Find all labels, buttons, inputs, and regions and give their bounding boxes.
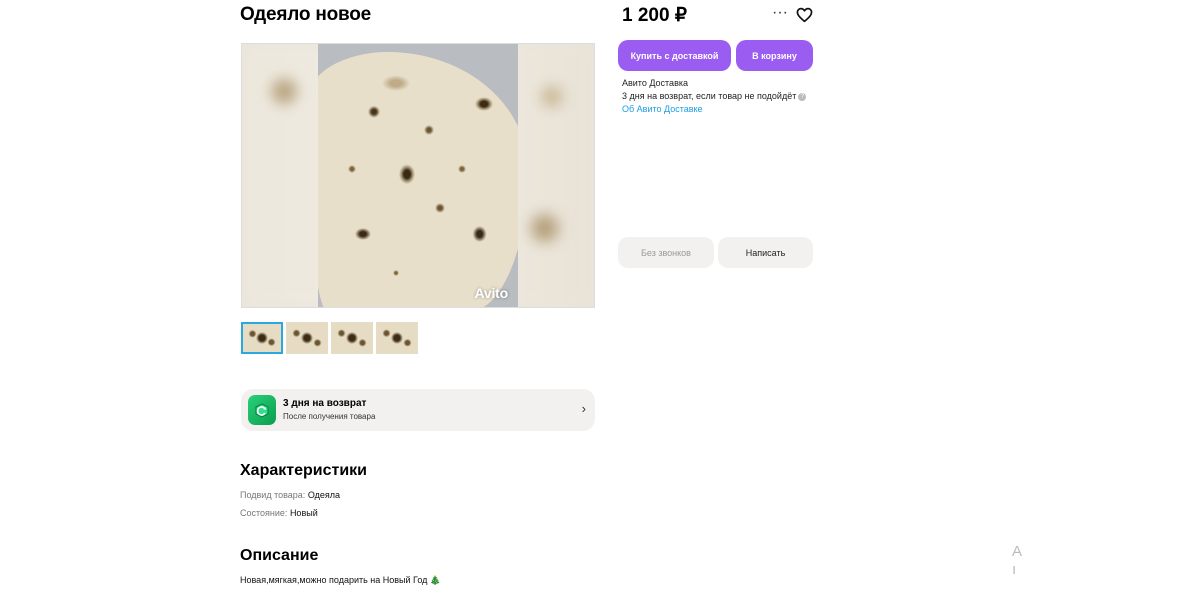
delivery-return-text: 3 дня на возврат, если товар не подойдёт <box>622 91 797 101</box>
return-title: 3 дня на возврат <box>283 398 367 409</box>
return-subtitle: После получения товара <box>283 412 376 421</box>
delivery-return-note: 3 дня на возврат, если товар не подойдёт… <box>622 90 807 103</box>
avito-watermark: Avito <box>474 285 509 301</box>
characteristic-row-condition: Состояние: Новый <box>240 508 318 518</box>
delivery-service-label: Авито Доставка <box>622 78 688 88</box>
no-calls-button[interactable]: Без звонков <box>618 237 714 268</box>
main-photo[interactable] <box>318 44 518 307</box>
return-policy-banner[interactable]: 3 дня на возврат После получения товара … <box>241 389 595 431</box>
characteristics-heading: Характеристики <box>240 462 368 479</box>
heart-icon[interactable] <box>796 7 813 28</box>
info-icon[interactable]: ? <box>798 92 807 101</box>
photo-gallery[interactable]: Avito <box>241 43 595 308</box>
more-dots-icon[interactable]: ··· <box>771 5 789 23</box>
thumbnail-strip <box>241 322 418 354</box>
characteristic-value: Одеяла <box>307 490 341 500</box>
page-edge-fragment: Aı <box>1012 543 1023 578</box>
thumbnail-1[interactable] <box>241 322 283 354</box>
description-heading: Описание <box>240 547 319 564</box>
return-box-icon <box>248 395 276 425</box>
photo-content <box>318 52 518 307</box>
listing-title: Одеяло новое <box>240 4 372 25</box>
buy-with-delivery-button[interactable]: Купить с доставкой <box>618 40 731 71</box>
characteristic-label: Подвид товара: <box>240 490 306 500</box>
delivery-info: Авито Доставка 3 дня на возврат, если то… <box>622 77 807 116</box>
chevron-right-icon: › <box>581 401 586 416</box>
about-delivery-link[interactable]: Об Авито Доставке <box>622 104 703 114</box>
price: 1 200 ₽ <box>622 5 687 26</box>
description-text: Новая,мягкая,можно подарить на Новый Год… <box>240 575 442 585</box>
characteristic-label: Состояние: <box>240 508 288 518</box>
write-message-button[interactable]: Написать <box>718 237 813 268</box>
thumbnail-3[interactable] <box>331 322 373 354</box>
thumbnail-4[interactable] <box>376 322 418 354</box>
thumbnail-2[interactable] <box>286 322 328 354</box>
characteristic-value: Новый <box>289 508 318 518</box>
characteristic-row-subtype: Подвид товара: Одеяла <box>240 490 340 500</box>
add-to-cart-button[interactable]: В корзину <box>736 40 813 71</box>
